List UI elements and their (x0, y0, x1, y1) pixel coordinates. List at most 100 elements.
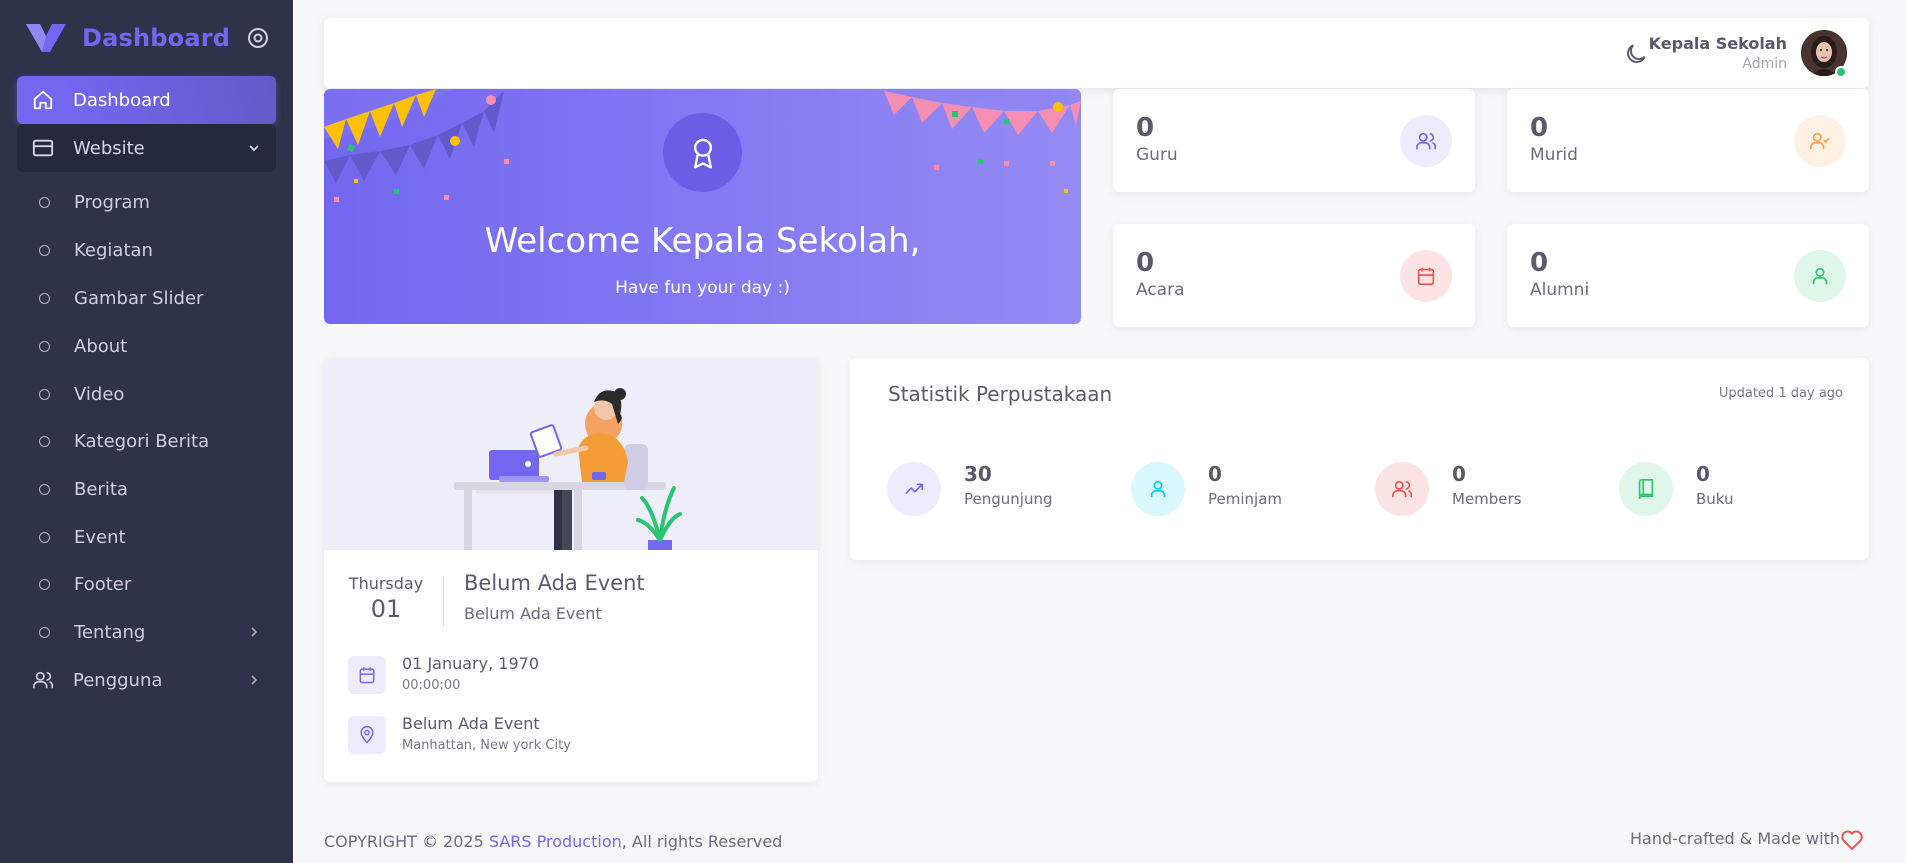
event-location-title: Belum Ada Event (402, 714, 540, 733)
chevron-right-icon (251, 627, 258, 637)
top-navbar: Kepala Sekolah Admin (324, 18, 1869, 88)
sidebar-item-label: Kategori Berita (74, 430, 210, 452)
sidebar: Dashboard Dashboard Website Program Kegi… (0, 0, 293, 863)
sidebar-item-label: Gambar Slider (74, 287, 204, 309)
event-time: 00:00:00 (402, 678, 461, 693)
award-icon (663, 113, 742, 192)
event-card: Thursday 01 Belum Ada Event Belum Ada Ev… (324, 358, 818, 782)
stat-card-acara: 0 Acara (1113, 224, 1475, 327)
circle-icon (39, 483, 50, 495)
company-link[interactable]: SARS Production (489, 832, 622, 851)
sidebar-item-footer[interactable]: Footer (17, 561, 276, 607)
sidebar-toggle-icon[interactable] (246, 26, 270, 50)
circle-icon (39, 435, 50, 447)
library-stat-label: Members (1452, 490, 1522, 508)
stat-label: Acara (1136, 280, 1185, 300)
welcome-subtitle: Have fun your day :) (615, 278, 790, 298)
stat-value: 0 (1136, 248, 1155, 278)
library-stat-value: 0 (1696, 462, 1710, 486)
library-stat-label: Peminjam (1208, 490, 1282, 508)
copyright-suffix: , All rights Reserved (621, 832, 783, 851)
chevron-right-icon (251, 675, 258, 685)
sidebar-item-pengguna[interactable]: Pengguna (17, 656, 276, 704)
divider (443, 576, 444, 626)
layout-icon (31, 136, 55, 160)
trending-up-icon (887, 462, 941, 516)
event-day: Thursday (348, 574, 424, 593)
footer-crafted: Hand-crafted & Made with (1630, 829, 1840, 848)
circle-icon (39, 531, 50, 543)
library-stat-value: 30 (964, 462, 992, 486)
sidebar-item-label: Video (74, 383, 125, 405)
event-date-full: 01 January, 1970 (402, 654, 539, 673)
users-icon (1400, 115, 1452, 167)
stat-label: Murid (1530, 145, 1578, 165)
library-stat-value: 0 (1208, 462, 1222, 486)
welcome-title: Welcome Kepala Sekolah, (484, 221, 921, 261)
library-stats-card: Statistik Perpustakaan Updated 1 day ago… (850, 358, 1869, 560)
event-date: 01 (370, 595, 402, 623)
library-stat-label: Buku (1696, 490, 1734, 508)
library-stat-pengunjung: 30 Pengunjung (887, 462, 1127, 516)
heart-icon (1841, 830, 1863, 851)
map-pin-icon (348, 716, 386, 754)
book-icon (1619, 462, 1673, 516)
event-title[interactable]: Belum Ada Event (464, 571, 645, 595)
stat-value: 0 (1530, 113, 1549, 143)
users-icon (31, 668, 55, 692)
stat-value: 0 (1136, 113, 1155, 143)
sidebar-item-about[interactable]: About (17, 323, 276, 369)
welcome-card: Welcome Kepala Sekolah, Have fun your da… (324, 89, 1081, 324)
sidebar-item-label: Berita (74, 478, 128, 500)
online-status-dot (1835, 66, 1847, 78)
chevron-down-icon (249, 145, 259, 152)
stat-card-murid: 0 Murid (1507, 89, 1869, 192)
sidebar-item-dashboard[interactable]: Dashboard (17, 76, 276, 124)
sidebar-item-berita[interactable]: Berita (17, 466, 276, 512)
calendar-icon (348, 656, 386, 694)
event-location: Manhattan, New york City (402, 738, 571, 753)
library-updated: Updated 1 day ago (1718, 386, 1843, 401)
sidebar-item-label: Dashboard (73, 89, 171, 111)
sidebar-item-label: Tentang (74, 621, 146, 643)
sidebar-item-label: Website (73, 137, 145, 159)
sidebar-item-website[interactable]: Website (17, 124, 276, 172)
sidebar-item-label: Footer (74, 573, 132, 595)
stat-card-alumni: 0 Alumni (1507, 224, 1869, 327)
sidebar-item-label: Program (74, 191, 150, 213)
sidebar-item-tentang[interactable]: Tentang (17, 609, 276, 655)
calendar-icon (1400, 250, 1452, 302)
circle-icon (39, 388, 50, 400)
library-stat-members: 0 Members (1375, 462, 1615, 516)
moon-icon[interactable] (1623, 41, 1649, 67)
users-icon (1375, 462, 1429, 516)
circle-icon (39, 340, 50, 352)
library-stat-buku: 0 Buku (1619, 462, 1859, 516)
sidebar-item-video[interactable]: Video (17, 371, 276, 417)
user-check-icon (1794, 115, 1846, 167)
library-stat-label: Pengunjung (964, 490, 1053, 508)
brand-name: Dashboard (82, 24, 231, 52)
sidebar-item-kegiatan[interactable]: Kegiatan (17, 227, 276, 273)
sidebar-item-event[interactable]: Event (17, 514, 276, 560)
circle-icon (39, 244, 50, 256)
event-description: Belum Ada Event (464, 604, 602, 623)
sidebar-item-label: Kegiatan (74, 239, 153, 261)
event-illustration (324, 358, 818, 550)
vuexy-logo-icon (26, 24, 66, 52)
circle-icon (39, 292, 50, 304)
stat-value: 0 (1530, 248, 1549, 278)
user-icon (1131, 462, 1185, 516)
brand[interactable]: Dashboard (26, 20, 230, 56)
sidebar-item-gambar-slider[interactable]: Gambar Slider (17, 275, 276, 321)
sidebar-item-kategori-berita[interactable]: Kategori Berita (17, 418, 276, 464)
copyright-prefix: COPYRIGHT © 2025 (324, 832, 489, 851)
library-stat-value: 0 (1452, 462, 1466, 486)
sidebar-item-program[interactable]: Program (17, 179, 276, 225)
sidebar-item-label: Pengguna (73, 669, 163, 691)
circle-icon (39, 196, 50, 208)
stat-label: Alumni (1530, 280, 1590, 300)
circle-icon (39, 626, 50, 638)
user-name: Kepala Sekolah (1648, 34, 1787, 53)
stat-card-guru: 0 Guru (1113, 89, 1475, 192)
